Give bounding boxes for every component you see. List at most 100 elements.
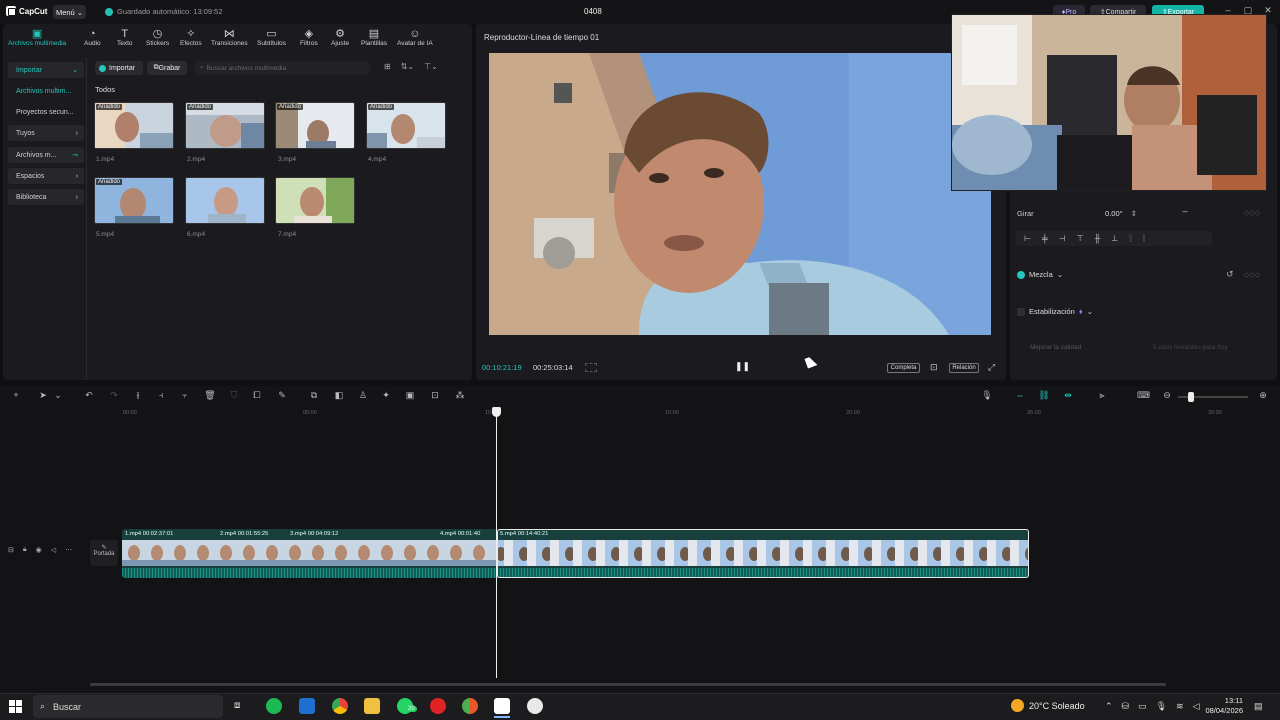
- undo-icon[interactable]: ↶: [83, 390, 95, 401]
- split-left-icon[interactable]: ⫞: [155, 390, 167, 401]
- link-icon[interactable]: ⛓: [1038, 390, 1050, 401]
- wifi-icon[interactable]: ≋: [1176, 701, 1184, 712]
- align-bottom-icon[interactable]: ⊥: [1111, 234, 1118, 243]
- more-icon[interactable]: ⋯: [65, 546, 72, 554]
- task-view-icon[interactable]: ⧈: [234, 700, 240, 711]
- freeze-icon[interactable]: ⁂: [454, 390, 466, 401]
- person-icon[interactable]: ♙: [357, 390, 369, 401]
- distribute-v-icon[interactable]: ⫿: [1143, 234, 1146, 244]
- preview-axis-icon[interactable]: ⫸: [1096, 390, 1108, 401]
- fullscreen-icon[interactable]: ⤢: [988, 362, 1000, 374]
- redo-icon[interactable]: ↷: [108, 390, 120, 401]
- tab-text[interactable]: T Texto: [117, 28, 133, 47]
- shield-icon[interactable]: ⛉: [228, 390, 240, 401]
- reset-icon[interactable]: ↺: [1226, 269, 1234, 280]
- media-thumbnail[interactable]: Añadido: [366, 102, 446, 149]
- eye-icon[interactable]: ◉: [36, 546, 42, 554]
- chevron-down-icon[interactable]: ⌄: [52, 390, 64, 401]
- split-right-icon[interactable]: ⫟: [179, 390, 191, 401]
- mirror-icon[interactable]: ◧: [333, 390, 345, 401]
- rotate-reset-icon[interactable]: –: [1177, 206, 1193, 220]
- sort-icon[interactable]: ⇅⌄: [401, 62, 414, 71]
- checkbox-checked-icon[interactable]: [1017, 270, 1025, 279]
- distribute-h-icon[interactable]: ⫿: [1129, 234, 1132, 244]
- frame-icon[interactable]: ▣: [404, 390, 416, 401]
- lock-icon[interactable]: 🔒︎: [23, 546, 27, 554]
- tab-ai-avatar[interactable]: ☺ Avatar de IA: [397, 28, 433, 47]
- copy-icon[interactable]: ⧉: [308, 390, 320, 401]
- sidebar-item-media-m[interactable]: Archivos m... ⊸: [8, 147, 84, 163]
- sidebar-item-secondary-projects[interactable]: Proyectos secun...: [8, 104, 84, 120]
- media-search-input[interactable]: ⌕ Buscar archivos multimedia: [195, 61, 370, 75]
- magic-wand-icon[interactable]: ✦: [380, 390, 392, 401]
- rotate-input[interactable]: 0.00° ⇕: [1103, 206, 1139, 220]
- zoom-slider-handle[interactable]: [1188, 392, 1194, 402]
- quality-label[interactable]: Mejorar la calidad: [1030, 344, 1081, 351]
- menu-button[interactable]: Menú ⌄: [53, 5, 86, 19]
- media-thumbnail[interactable]: Añadido: [94, 177, 174, 224]
- blend-section[interactable]: Mezcla ⌄: [1017, 270, 1063, 279]
- image-edit-icon[interactable]: ⊡: [429, 390, 441, 401]
- tab-effects[interactable]: ✧ Efectos: [180, 28, 202, 47]
- sidebar-item-media-files[interactable]: Archivos multim...: [8, 83, 84, 99]
- media-thumbnail[interactable]: Añadido: [185, 102, 265, 149]
- align-center-h-icon[interactable]: ╪: [1042, 234, 1048, 243]
- sidebar-item-import[interactable]: Importar ⌄: [8, 62, 84, 78]
- stepper-icon[interactable]: ⇕: [1131, 209, 1137, 218]
- pause-icon[interactable]: ❚❚: [735, 361, 750, 373]
- project-title[interactable]: 0408: [584, 7, 602, 16]
- weather-widget[interactable]: 20°C Soleado: [1011, 699, 1085, 712]
- speaker-icon[interactable]: ◁: [51, 546, 56, 554]
- filter-icon[interactable]: ⊤⌄: [424, 62, 438, 71]
- store-icon[interactable]: [299, 698, 315, 714]
- grid-view-icon[interactable]: ⊞: [384, 62, 391, 71]
- spotify-icon[interactable]: [266, 698, 282, 714]
- align-middle-icon[interactable]: ╫: [1095, 234, 1101, 243]
- align-right-icon[interactable]: ⊣: [1059, 234, 1066, 243]
- video-preview[interactable]: [489, 53, 991, 335]
- tab-templates[interactable]: ▤ Plantillas: [361, 28, 387, 47]
- timecode-format-icon[interactable]: [585, 363, 597, 372]
- capcut-icon[interactable]: [494, 698, 510, 714]
- tab-filters[interactable]: ◈ Filtros: [300, 28, 318, 47]
- network-icon[interactable]: ⛁: [1122, 701, 1130, 712]
- zoom-fit-icon[interactable]: ⊡: [930, 362, 942, 374]
- select-tool-icon[interactable]: ➤: [37, 390, 49, 401]
- sidebar-item-library[interactable]: Biblioteca ›: [8, 189, 84, 205]
- windows-start-icon[interactable]: [9, 700, 23, 714]
- align-left-icon[interactable]: ⊢: [1024, 234, 1031, 243]
- keyframe-icon[interactable]: ◇◇◇: [1244, 271, 1260, 279]
- microphone-icon[interactable]: 🎙: [981, 390, 993, 401]
- cover-button[interactable]: ✎ Portada: [90, 540, 118, 566]
- track-toggle-icon[interactable]: ⊟: [8, 546, 14, 554]
- import-button[interactable]: Importar: [95, 61, 143, 75]
- add-track-icon[interactable]: +: [10, 390, 22, 400]
- app-icon[interactable]: [430, 698, 446, 714]
- sidebar-item-spaces[interactable]: Espacios ›: [8, 168, 84, 184]
- media-thumbnail[interactable]: [275, 177, 355, 224]
- tab-subtitles[interactable]: ▭ Subtítulos: [257, 28, 286, 47]
- record-button[interactable]: ⧉ Grabar: [147, 61, 187, 75]
- keyframe-icon[interactable]: ◇◇◇: [1244, 209, 1260, 217]
- taskbar-clock[interactable]: 13:11 08/04/2026: [1195, 696, 1243, 716]
- zoom-out-icon[interactable]: ⊖: [1161, 390, 1173, 401]
- aspect-ratio-button[interactable]: Relación: [949, 363, 979, 373]
- tab-audio[interactable]: ◔ Audio: [84, 28, 101, 47]
- pen-icon[interactable]: ✎: [276, 390, 288, 401]
- microphone-icon[interactable]: 🎙: [1156, 701, 1167, 712]
- caption-icon[interactable]: ⌨: [1137, 390, 1150, 401]
- quality-complete-button[interactable]: Completa: [887, 363, 920, 373]
- sidebar-item-yours[interactable]: Tuyos ›: [8, 125, 84, 141]
- tab-stickers[interactable]: ◷ Stickers: [146, 28, 169, 47]
- browser-icon[interactable]: [462, 698, 478, 714]
- player-app-icon[interactable]: [527, 698, 543, 714]
- notification-icon[interactable]: ▤: [1254, 701, 1263, 712]
- media-thumbnail[interactable]: [185, 177, 265, 224]
- chrome-icon[interactable]: [332, 698, 348, 714]
- playhead-handle[interactable]: [492, 407, 501, 417]
- stabilize-section[interactable]: Estabilización ♦ ⌄: [1017, 307, 1093, 316]
- delete-icon[interactable]: 🗑: [204, 390, 216, 401]
- chevron-up-icon[interactable]: ⌃: [1105, 701, 1113, 712]
- playhead[interactable]: [496, 410, 497, 678]
- tab-adjust[interactable]: ⚙ Ajuste: [331, 28, 349, 47]
